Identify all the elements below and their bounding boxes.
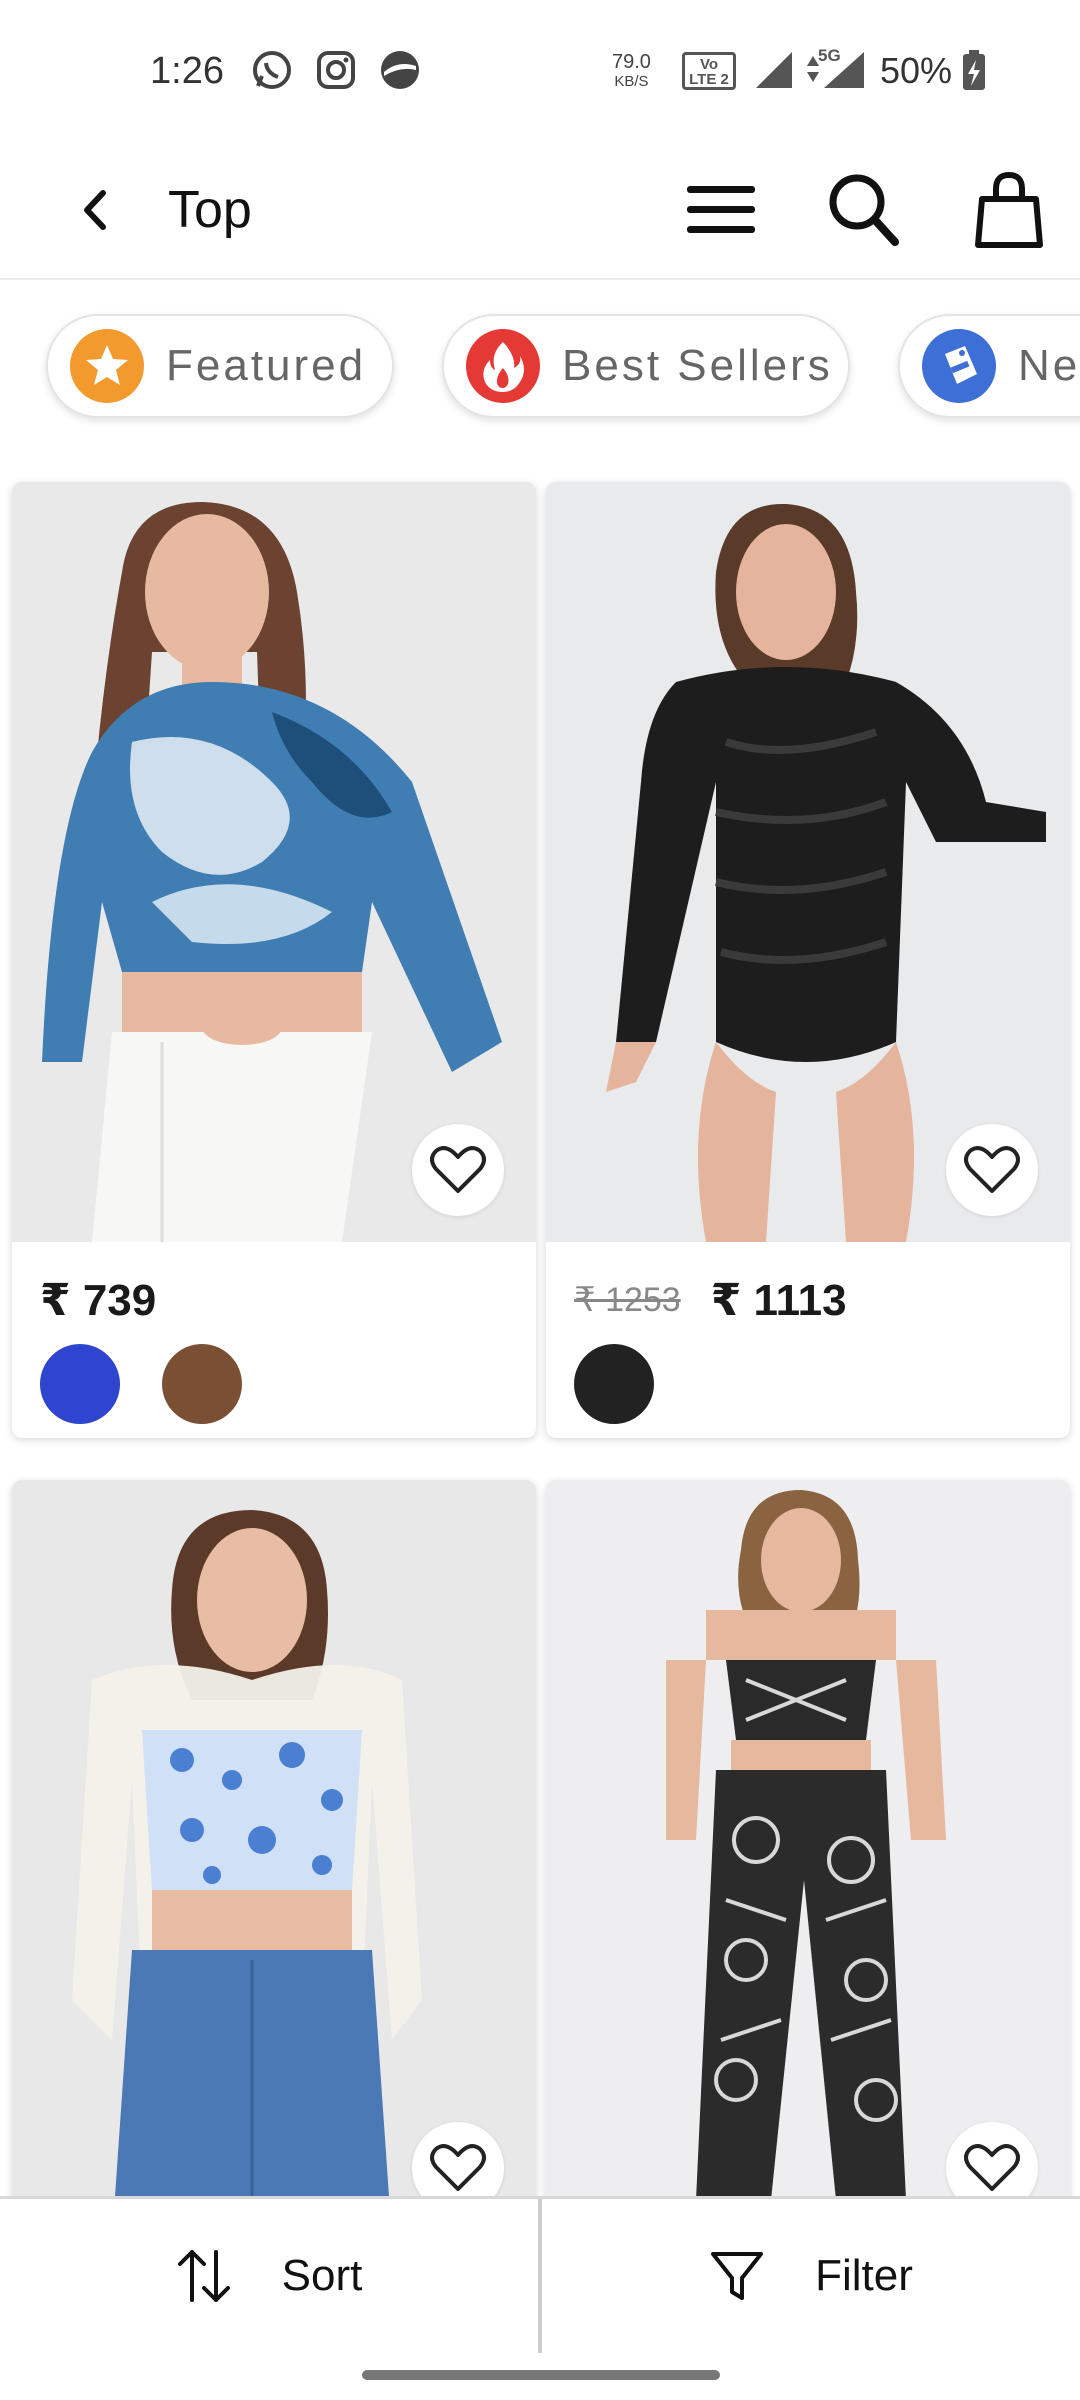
product-price: ₹ 1113: [710, 1275, 847, 1325]
battery-percent: 50%: [880, 50, 953, 91]
product-mrp: ₹ 1253: [574, 1281, 681, 1319]
cart-button[interactable]: [964, 165, 1054, 255]
search-button[interactable]: [818, 165, 908, 255]
product-card[interactable]: ₹ 1253 ₹ 1113: [546, 482, 1070, 1438]
back-button[interactable]: [55, 170, 135, 250]
instagram-icon: [314, 48, 358, 92]
app-header: Top: [0, 140, 1080, 280]
sort-label: Sort: [281, 2251, 363, 2300]
volte-icon: Vo LTE 2: [682, 52, 736, 90]
volte-label: Vo: [699, 56, 719, 73]
net-speed-value: 79.0: [612, 51, 651, 73]
whatsapp-icon: [250, 48, 294, 92]
status-bar: 1:26 79.0 KB/S Vo LTE 2 5G 50%: [0, 0, 1080, 140]
signal-icon: [752, 48, 800, 92]
page-title: Top: [168, 181, 252, 239]
chip-label: New: [1018, 341, 1080, 390]
color-swatch-black[interactable]: [574, 1344, 654, 1424]
bottom-action-bar: Sort Filter: [0, 2196, 1080, 2353]
chip-label: Best Sellers: [562, 341, 833, 390]
battery-charging-icon: [960, 48, 988, 92]
home-indicator[interactable]: [362, 2370, 720, 2380]
product-card[interactable]: [546, 1480, 1070, 2240]
color-swatches: [574, 1344, 696, 1424]
chip-new[interactable]: New: [898, 314, 1080, 418]
price-row: ₹ 739: [40, 1270, 156, 1330]
filter-button[interactable]: Filter: [542, 2199, 1080, 2353]
menu-button[interactable]: [676, 165, 766, 255]
product-card[interactable]: [12, 1480, 536, 2240]
sort-button[interactable]: Sort: [0, 2199, 538, 2353]
flame-icon: [466, 329, 540, 403]
heart-icon: [430, 2144, 486, 2191]
star-icon: [70, 329, 144, 403]
signal-5g-icon: [820, 48, 870, 92]
wishlist-button[interactable]: [412, 1124, 504, 1216]
heart-icon: [964, 1146, 1020, 1193]
category-chips: Featured Best Sellers New: [0, 308, 1080, 428]
color-swatches: [40, 1344, 284, 1424]
product-card[interactable]: ₹ 739: [12, 482, 536, 1438]
filter-icon: [711, 2252, 764, 2300]
sort-icon: [177, 2250, 230, 2302]
heart-icon: [430, 1146, 486, 1193]
price-row: ₹ 1253 ₹ 1113: [574, 1270, 847, 1330]
wishlist-button[interactable]: [946, 1124, 1038, 1216]
color-swatch-blue[interactable]: [40, 1344, 120, 1424]
chip-label: Featured: [166, 341, 367, 390]
status-time: 1:26: [150, 50, 224, 92]
product-price: ₹ 739: [40, 1275, 157, 1325]
net-speed-unit: KB/S: [614, 73, 649, 90]
search-icon: [829, 174, 899, 246]
shopping-bag-icon: [975, 171, 1043, 248]
heart-icon: [964, 2144, 1020, 2191]
volte-sublabel: LTE 2: [689, 71, 729, 88]
chip-featured[interactable]: Featured: [46, 314, 394, 418]
app-icon: [378, 48, 422, 92]
chip-best-sellers[interactable]: Best Sellers: [442, 314, 850, 418]
network-speed: 79.0 KB/S: [612, 52, 651, 92]
chevron-left-icon: [84, 190, 106, 230]
filter-label: Filter: [815, 2251, 913, 2300]
new-tag-icon: [922, 329, 996, 403]
menu-icon: [687, 186, 755, 233]
color-swatch-brown[interactable]: [162, 1344, 242, 1424]
